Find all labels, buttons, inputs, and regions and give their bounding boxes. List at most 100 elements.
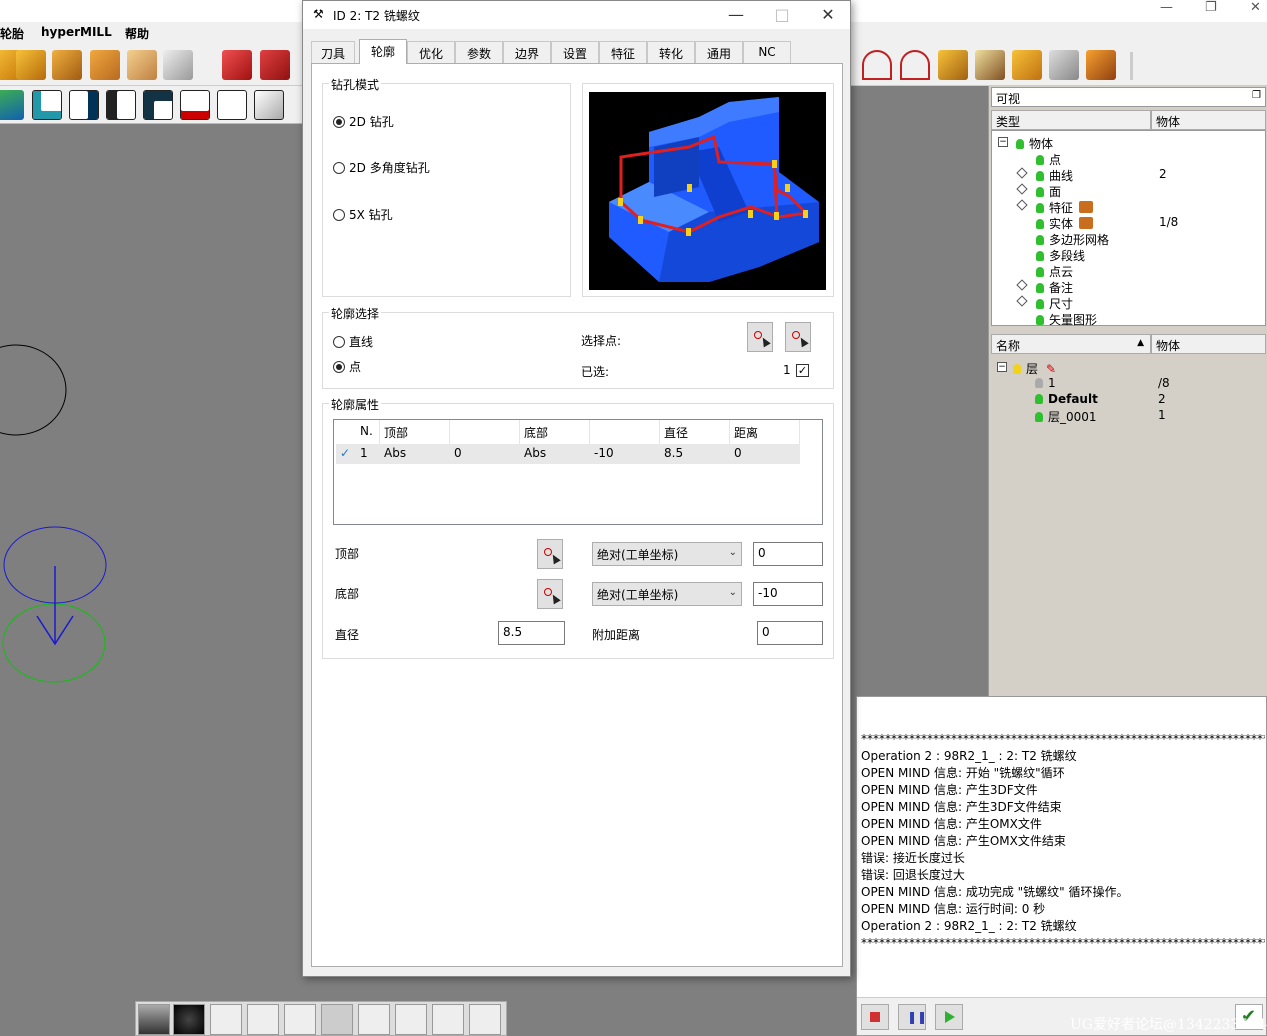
tree-item[interactable]: 点 — [1036, 151, 1061, 167]
pen-icon[interactable] — [432, 1004, 464, 1035]
tab-boundary[interactable]: 边界 — [503, 41, 551, 63]
mesh-icon[interactable] — [469, 1004, 501, 1035]
restore-icon[interactable]: ❐ — [1205, 0, 1217, 15]
visibility-bulb-icon[interactable] — [1036, 155, 1044, 165]
close-icon[interactable]: ✕ — [805, 1, 851, 29]
view-top-icon[interactable] — [32, 90, 62, 120]
extra-distance-input[interactable]: 0 — [757, 621, 823, 645]
tree-item[interactable]: 尺寸 — [1036, 295, 1073, 311]
stop-button[interactable] — [861, 1004, 889, 1030]
visibility-bulb-icon[interactable] — [1035, 378, 1043, 388]
visibility-bulb-icon[interactable] — [1036, 315, 1044, 325]
view-right-icon[interactable] — [69, 90, 99, 120]
visibility-bulb-icon[interactable] — [1036, 203, 1044, 213]
tool-icon[interactable] — [163, 50, 193, 80]
tab-general[interactable]: 通用 — [695, 41, 743, 63]
diameter-input[interactable]: 8.5 — [498, 621, 565, 645]
name-column-header[interactable]: 名称 ▲ — [991, 334, 1151, 354]
visibility-bulb-icon[interactable] — [1035, 394, 1043, 404]
tree-item[interactable]: 矢量图形 — [1036, 311, 1097, 327]
radio-2d-multi-angle[interactable]: 2D 多角度钻孔 — [333, 159, 430, 176]
tab-optimize[interactable]: 优化 — [407, 41, 455, 63]
bottom-mode-select[interactable]: 绝对(工单坐标) ⌄ — [592, 582, 742, 606]
object-column-header[interactable]: 物体 — [1151, 334, 1266, 354]
col-header-n[interactable]: N. — [356, 420, 380, 444]
tree-item[interactable]: Default — [1035, 392, 1098, 408]
tool-icon[interactable] — [90, 50, 120, 80]
col-header-top[interactable]: 顶部 — [380, 420, 450, 444]
top-mode-select[interactable]: 绝对(工单坐标) ⌄ — [592, 542, 742, 566]
col-header-distance[interactable]: 距离 — [730, 420, 800, 444]
expand-icon[interactable] — [1016, 295, 1028, 307]
counter-icon[interactable] — [321, 1004, 353, 1035]
tree-item[interactable]: 多段线 — [1036, 247, 1085, 263]
visibility-bulb-icon[interactable] — [1036, 219, 1044, 229]
curve-icon[interactable] — [900, 50, 930, 80]
top-value-input[interactable]: 0 — [753, 542, 823, 566]
tree-item[interactable]: 物体 — [1016, 135, 1053, 151]
tree-item[interactable]: 曲线 — [1036, 167, 1073, 183]
view-iso-icon[interactable] — [217, 90, 247, 120]
visibility-bulb-icon[interactable] — [1036, 251, 1044, 261]
minimize-icon[interactable]: — — [713, 1, 759, 29]
radio-2d-drill[interactable]: 2D 钻孔 — [333, 113, 394, 130]
tool-icon[interactable] — [16, 50, 46, 80]
menu-item-tires[interactable]: 轮胎 — [0, 25, 24, 42]
pick-points-add-button[interactable] — [785, 322, 811, 352]
tree-item[interactable]: 实体 — [1036, 215, 1094, 231]
edit-icon[interactable] — [210, 1004, 242, 1035]
visibility-bulb-icon[interactable] — [1035, 412, 1043, 422]
tool-icon[interactable] — [127, 50, 157, 80]
tree-item[interactable]: 多边形网格 — [1036, 231, 1109, 247]
tab-feature[interactable]: 特征 — [599, 41, 647, 63]
view-front-icon[interactable] — [143, 90, 173, 120]
tree-item[interactable]: 点云 — [1036, 263, 1073, 279]
row-check-icon[interactable]: ✓ — [336, 444, 356, 464]
collapse-icon[interactable]: − — [998, 137, 1008, 147]
expand-icon[interactable] — [1016, 199, 1028, 211]
view-icon[interactable] — [0, 90, 24, 120]
brush-icon[interactable] — [247, 1004, 279, 1035]
visibility-bulb-icon[interactable] — [1036, 283, 1044, 293]
tool-icon[interactable] — [1049, 50, 1079, 80]
tab-settings[interactable]: 设置 — [551, 41, 599, 63]
expand-icon[interactable] — [1016, 183, 1028, 195]
visibility-bulb-icon[interactable] — [1036, 171, 1044, 181]
col-header-top-value[interactable] — [450, 420, 520, 444]
type-column-header[interactable]: 类型 — [991, 110, 1151, 130]
minimize-icon[interactable]: — — [1160, 0, 1173, 15]
tree-item[interactable]: 层_0001 — [1035, 408, 1097, 424]
visibility-bulb-icon[interactable] — [1036, 187, 1044, 197]
palette-icon[interactable] — [173, 1004, 205, 1035]
visibility-bulb-icon[interactable] — [1036, 267, 1044, 277]
tab-transform[interactable]: 转化 — [647, 41, 695, 63]
tree-item[interactable]: 面 — [1036, 183, 1061, 199]
radio-5x-drill[interactable]: 5X 钻孔 — [333, 206, 393, 223]
collapse-icon[interactable]: − — [997, 362, 1007, 372]
curve-icon[interactable] — [862, 50, 892, 80]
measure-icon[interactable] — [358, 1004, 390, 1035]
view-cube-icon[interactable] — [254, 90, 284, 120]
tree-item[interactable]: 1 — [1035, 376, 1056, 392]
view-bottom-icon[interactable] — [180, 90, 210, 120]
tree-item[interactable]: 层 ✎ — [1013, 360, 1056, 376]
pause-button[interactable]: ❚❚ — [898, 1004, 927, 1030]
tree-item[interactable]: 备注 — [1036, 279, 1073, 295]
pick-points-button[interactable] — [747, 322, 773, 352]
tab-parameters[interactable]: 参数 — [455, 41, 503, 63]
tool-icon[interactable] — [1086, 50, 1116, 80]
col-header-bottom[interactable]: 底部 — [520, 420, 590, 444]
tool-icon[interactable] — [1012, 50, 1042, 80]
star-icon[interactable] — [284, 1004, 316, 1035]
play-button[interactable] — [935, 1004, 963, 1030]
menu-item-help[interactable]: 帮助 — [125, 25, 149, 42]
close-icon[interactable]: ✕ — [1250, 0, 1261, 15]
col-header-bottom-value[interactable] — [590, 420, 660, 444]
solid-icon[interactable] — [222, 50, 252, 80]
pick-bottom-button[interactable] — [537, 579, 563, 609]
tool-icon[interactable] — [975, 50, 1005, 80]
radio-point[interactable]: 点 — [333, 358, 361, 375]
solid-icon[interactable] — [260, 50, 290, 80]
tool-icon[interactable] — [395, 1004, 427, 1035]
visibility-bulb-icon[interactable] — [1013, 364, 1021, 374]
